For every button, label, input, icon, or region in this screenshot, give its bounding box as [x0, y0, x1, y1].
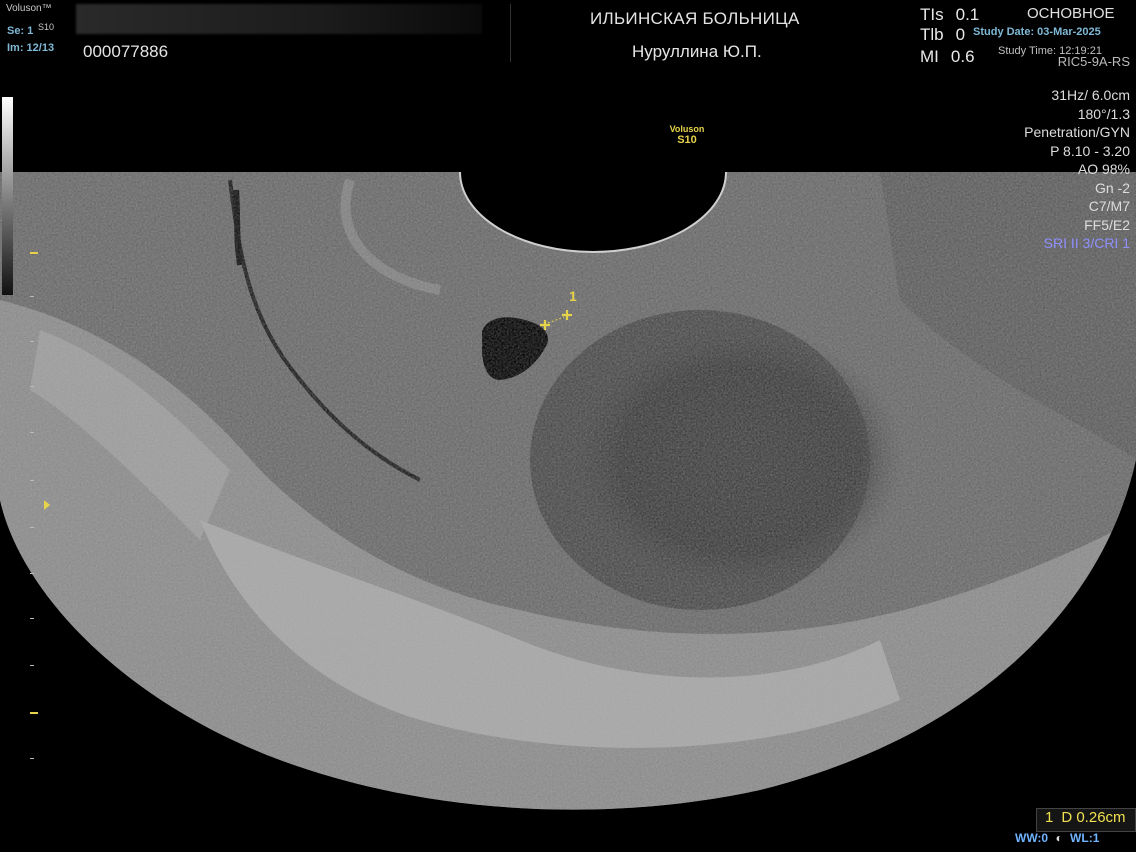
- measurement-result: 1D 0.26cm: [1036, 808, 1136, 832]
- depth-tick: [30, 341, 34, 342]
- brand-label: Voluson™: [6, 3, 52, 14]
- contrast-icon: ◐: [1055, 831, 1063, 845]
- series-label: Se: 1: [7, 25, 34, 37]
- param-line: C7/M7: [1088, 198, 1130, 214]
- redacted-patient-name: [76, 4, 482, 34]
- depth-tick: [30, 665, 34, 666]
- grayscale-bar: [2, 97, 13, 295]
- param-line: SRI II 3/CRI 1: [1043, 235, 1130, 251]
- param-line: P 8.10 - 3.20: [1050, 142, 1130, 159]
- image-index: Im: 12/13: [7, 42, 55, 54]
- param-line: AO 98%: [1077, 161, 1130, 177]
- depth-tick: [30, 296, 34, 297]
- hospital-name: ИЛЬИНСКАЯ БОЛЬНИЦА: [590, 9, 800, 28]
- focus-marker-icon[interactable]: [44, 500, 50, 510]
- param-line: FF5/E2: [1084, 216, 1130, 233]
- depth-tick: [30, 252, 38, 254]
- safety-index-tis: TIs 0.1: [920, 5, 980, 24]
- depth-tick: [30, 432, 34, 433]
- safety-index-mi: MI 0.6: [920, 47, 975, 66]
- ultrasound-image: [0, 171, 1136, 810]
- caliper-label: 1: [569, 288, 577, 304]
- preset-mode: ОСНОВНОЕ: [1027, 5, 1115, 22]
- depth-tick: [30, 712, 38, 714]
- depth-tick: [30, 758, 34, 759]
- param-line: Gn -2: [1094, 179, 1130, 196]
- safety-index-tib: Tlb 0: [920, 25, 966, 44]
- image-watermark: Voluson S10: [669, 124, 705, 146]
- probe-name: RIC5-9A-RS: [1057, 54, 1130, 69]
- param-line: 180°/1.3: [1077, 105, 1130, 122]
- depth-tick: [30, 480, 34, 481]
- study-date: Study Date: 03-Mar-2025: [973, 26, 1101, 38]
- operator-name: Нуруллина Ю.П.: [632, 42, 762, 61]
- param-line: 31Hz/ 6.0cm: [1051, 87, 1130, 103]
- window-level: WW:0 ◐ WL:1: [1015, 831, 1100, 845]
- depth-tick: [30, 618, 34, 619]
- depth-tick: [30, 573, 34, 574]
- param-line: Penetration/GYN: [1024, 124, 1130, 140]
- brand-model: S10: [38, 22, 55, 32]
- depth-tick: [30, 527, 34, 528]
- depth-tick: [30, 386, 34, 387]
- header-divider: [510, 4, 511, 62]
- patient-id: 000077886: [83, 42, 169, 61]
